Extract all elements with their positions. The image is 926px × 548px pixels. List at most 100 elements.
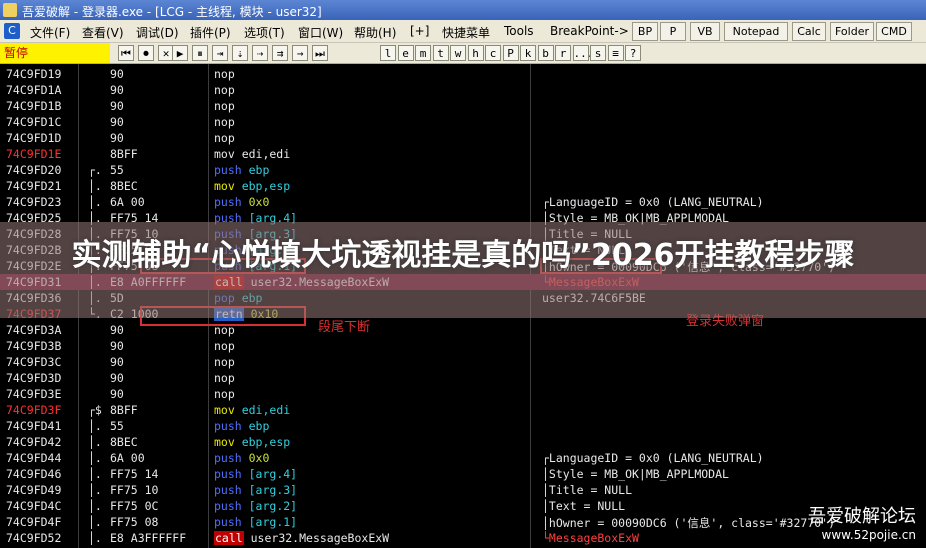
toolbar-button[interactable]: h xyxy=(467,45,484,61)
toolbar-button[interactable]: m xyxy=(415,45,431,61)
toolbar-button[interactable]: ⏺ xyxy=(138,45,154,61)
toolbar-button[interactable]: ? xyxy=(625,45,641,61)
row-address: 74C9FD3F xyxy=(6,403,62,417)
menu-item[interactable]: 窗口(W) xyxy=(298,24,343,41)
disasm-row[interactable]: 74C9FD3E 90 nop xyxy=(0,386,926,402)
disasm-row[interactable]: 74C9FD4F │. FF75 08 push [arg.1] │hOwner = 0… xyxy=(0,514,926,530)
asm-token: edi,edi xyxy=(241,403,291,417)
disasm-row[interactable]: 74C9FD42 │. 8BEC mov ebp,esp xyxy=(0,434,926,450)
window-titlebar: 吾爱破解 - 登录器.exe - [LCG - 主线程, 模块 - user32… xyxy=(0,0,926,20)
menu-item[interactable]: 选项(T) xyxy=(244,24,285,41)
plugin-tab-button[interactable]: CMD xyxy=(876,22,912,41)
toolbar-button[interactable]: b xyxy=(537,45,554,61)
asm-token: push xyxy=(214,163,249,177)
toolbar-button[interactable]: w xyxy=(450,45,466,61)
asm-token: nop xyxy=(214,371,235,385)
toolbar-button[interactable]: l xyxy=(380,45,396,61)
disasm-row[interactable]: 74C9FD21 │. 8BEC mov ebp,esp xyxy=(0,178,926,194)
menu-item[interactable]: 插件(P) xyxy=(190,24,231,41)
row-address: 74C9FD46 xyxy=(6,467,62,481)
toolbar-button[interactable]: ... xyxy=(572,45,593,61)
plugin-tab-button[interactable]: P xyxy=(660,22,686,41)
row-disassembly: nop xyxy=(214,387,235,401)
disasm-row[interactable]: 74C9FD52 │. E8 A3FFFFFF call user32.Message… xyxy=(0,530,926,546)
row-disassembly: push [arg.3] xyxy=(214,483,297,497)
row-branch-marker: │. xyxy=(88,419,102,433)
toolbar-button[interactable]: s xyxy=(590,45,606,61)
row-comment: │Text = NULL xyxy=(542,499,626,513)
disasm-row[interactable]: 74C9FD41 │. 55 push ebp xyxy=(0,418,926,434)
disasm-row[interactable]: 74C9FD1D 90 nop xyxy=(0,130,926,146)
row-address: 74C9FD1D xyxy=(6,131,62,145)
row-disassembly: nop xyxy=(214,355,235,369)
menu-item[interactable]: 文件(F) xyxy=(30,24,70,41)
disasm-row[interactable]: 74C9FD3F ┌$ 8BFF mov edi,edi xyxy=(0,402,926,418)
row-disassembly: push 0x0 xyxy=(214,195,269,209)
asm-token: mov xyxy=(214,403,242,417)
disasm-row[interactable]: 74C9FD19 90 nop xyxy=(0,66,926,82)
asm-token: nop xyxy=(214,115,235,129)
asm-token: nop xyxy=(214,67,235,81)
toolbar-button[interactable]: ≡ xyxy=(607,45,624,61)
toolbar-button[interactable]: ⇉ xyxy=(272,45,288,61)
menu-item[interactable]: BreakPoint-> xyxy=(550,24,629,38)
menu-item[interactable]: 帮助(H) xyxy=(354,24,396,41)
app-logo-icon[interactable]: C xyxy=(4,23,20,39)
disasm-row[interactable]: 74C9FD46 │. FF75 14 push [arg.4] │Style = MB… xyxy=(0,466,926,482)
disasm-row[interactable]: 74C9FD3B 90 nop xyxy=(0,338,926,354)
menu-item[interactable]: 调试(D) xyxy=(136,24,179,41)
row-disassembly: mov edi,edi xyxy=(214,403,290,417)
row-hex-bytes: FF75 08 xyxy=(110,515,159,529)
disasm-row[interactable]: 74C9FD23 │. 6A 00 push 0x0 ┌LanguageID = 0x0… xyxy=(0,194,926,210)
menu-item[interactable]: [+] xyxy=(410,24,429,38)
toolbar-button[interactable]: c xyxy=(485,45,501,61)
disasm-row[interactable]: 74C9FD4C │. FF75 0C push [arg.2] │Text = NUL… xyxy=(0,498,926,514)
disasm-row[interactable]: 74C9FD3C 90 nop xyxy=(0,354,926,370)
disasm-row[interactable]: 74C9FD1A 90 nop xyxy=(0,82,926,98)
menu-item[interactable]: Tools xyxy=(504,24,534,38)
row-branch-marker: │. xyxy=(88,483,102,497)
toolbar-button[interactable]: e xyxy=(397,45,414,61)
disasm-row[interactable]: 74C9FD1C 90 nop xyxy=(0,114,926,130)
disasm-row[interactable]: 74C9FD1B 90 nop xyxy=(0,98,926,114)
plugin-tab-button[interactable]: Calc xyxy=(792,22,826,41)
row-address: 74C9FD3E xyxy=(6,387,62,401)
toolbar-button[interactable]: ⇥ xyxy=(212,45,228,61)
toolbar-button[interactable]: → xyxy=(292,45,308,61)
row-comment: │Title = NULL xyxy=(542,483,633,497)
plugin-tab-button[interactable]: Notepad xyxy=(724,22,788,41)
plugin-tab-button[interactable]: VB xyxy=(690,22,720,41)
row-hex-bytes: 8BEC xyxy=(110,435,138,449)
disasm-row[interactable]: 74C9FD20 ┌. 55 push ebp xyxy=(0,162,926,178)
toolbar-button[interactable]: ⏸ xyxy=(192,45,208,61)
disasm-row[interactable]: 74C9FD1E 8BFF mov edi,edi xyxy=(0,146,926,162)
toolbar-button[interactable]: r xyxy=(555,45,571,61)
plugin-tab-button[interactable]: BP xyxy=(632,22,658,41)
toolbar-button[interactable]: k xyxy=(520,45,536,61)
row-hex-bytes: E8 A3FFFFFF xyxy=(110,531,187,545)
row-disassembly: nop xyxy=(214,131,235,145)
disasm-row[interactable]: 74C9FD44 │. 6A 00 push 0x0 ┌LanguageID = 0x0… xyxy=(0,450,926,466)
row-address: 74C9FD42 xyxy=(6,435,62,449)
row-address: 74C9FD41 xyxy=(6,419,62,433)
row-disassembly: nop xyxy=(214,339,235,353)
row-hex-bytes: 6A 00 xyxy=(110,195,145,209)
toolbar-button[interactable]: ⏮ xyxy=(118,45,134,61)
toolbar-button[interactable]: ⇢ xyxy=(252,45,268,61)
row-address: 74C9FD23 xyxy=(6,195,62,209)
menu-item[interactable]: 查看(V) xyxy=(82,24,124,41)
toolbar-button[interactable]: P xyxy=(502,45,519,61)
row-branch-marker: │. xyxy=(88,531,102,545)
disasm-row[interactable]: 74C9FD3D 90 nop xyxy=(0,370,926,386)
row-branch-marker: │. xyxy=(88,435,102,449)
disasm-row[interactable]: 74C9FD3A 90 nop xyxy=(0,322,926,338)
asm-token: push xyxy=(214,499,249,513)
toolbar-button[interactable]: ▶ xyxy=(172,45,188,61)
row-address: 74C9FD44 xyxy=(6,451,62,465)
menu-item[interactable]: 快捷菜单 xyxy=(442,24,490,41)
toolbar-button[interactable]: ⏭ xyxy=(312,45,328,61)
toolbar-button[interactable]: ⇣ xyxy=(232,45,248,61)
disasm-row[interactable]: 74C9FD49 │. FF75 10 push [arg.3] │Title = NU… xyxy=(0,482,926,498)
toolbar-button[interactable]: t xyxy=(432,45,449,61)
plugin-tab-button[interactable]: Folder xyxy=(830,22,874,41)
